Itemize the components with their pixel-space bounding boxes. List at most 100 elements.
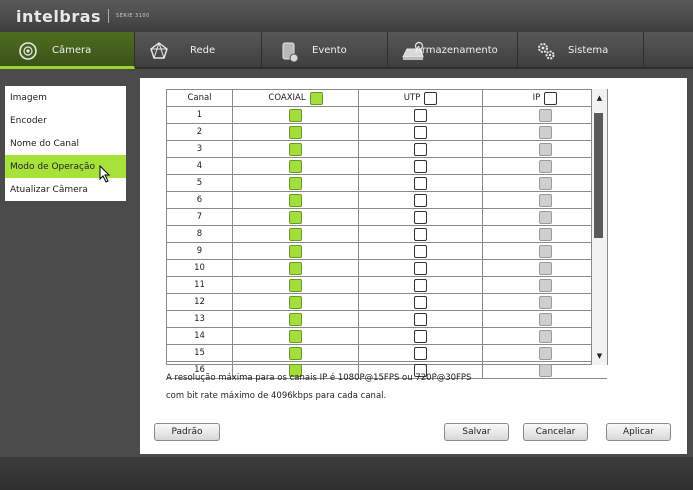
channel-number: 4 — [167, 158, 233, 174]
table-scrollbar[interactable]: ▲ ▼ — [591, 89, 607, 365]
event-icon — [280, 41, 300, 66]
table-row: 11 — [167, 277, 607, 294]
utp-checkbox[interactable] — [414, 244, 427, 258]
sidebar-item-image[interactable]: Imagem — [5, 86, 126, 109]
table-row: 4 — [167, 158, 607, 175]
column-header-utp: UTP — [359, 90, 483, 106]
ip-checkbox — [538, 108, 552, 122]
camera-icon — [18, 41, 38, 64]
coaxial-checkbox[interactable] — [289, 176, 302, 190]
coaxial-cell — [233, 141, 359, 157]
coaxial-cell — [233, 277, 359, 293]
coaxial-checkbox[interactable] — [289, 346, 302, 360]
utp-checkbox[interactable] — [414, 329, 427, 343]
utp-cell — [359, 311, 483, 327]
coaxial-checkbox[interactable] — [289, 244, 302, 258]
coaxial-cell — [233, 209, 359, 225]
coaxial-checkbox[interactable] — [289, 261, 302, 275]
utp-cell — [359, 345, 483, 361]
utp-cell — [359, 294, 483, 310]
coaxial-checkbox[interactable] — [289, 210, 302, 224]
nav-label-storage: Armazenamento — [415, 45, 498, 56]
utp-checkbox[interactable] — [414, 278, 427, 292]
scroll-thumb[interactable] — [594, 113, 603, 238]
utp-checkbox[interactable] — [414, 295, 427, 309]
ip-checkbox — [538, 329, 552, 343]
settings-panel: Canal COAXIAL UTP IP 1 2 3 4 5 6 7 8 9 10 11 12 13 14… — [140, 78, 687, 454]
channel-mode-table: Canal COAXIAL UTP IP 1 2 3 4 5 6 7 8 9 10 11 12 13 14… — [166, 89, 608, 379]
coaxial-checkbox[interactable] — [289, 329, 302, 343]
ip-checkbox — [538, 142, 552, 156]
nav-tab-camera[interactable]: Câmera — [0, 32, 135, 69]
utp-checkbox[interactable] — [414, 193, 427, 207]
utp-cell — [359, 175, 483, 191]
utp-checkbox[interactable] — [414, 312, 427, 326]
sidebar-item-channel-name[interactable]: Nome do Canal — [5, 132, 126, 155]
sidebar-item-encoder[interactable]: Encoder — [5, 109, 126, 132]
ip-cell — [483, 345, 607, 361]
utp-checkbox[interactable] — [414, 227, 427, 241]
utp-cell — [359, 226, 483, 242]
content-area: Imagem Encoder Nome do Canal Modo de Ope… — [0, 71, 693, 457]
utp-checkbox[interactable] — [414, 125, 427, 139]
channel-number: 15 — [167, 345, 233, 361]
table-row: 10 — [167, 260, 607, 277]
coaxial-checkbox[interactable] — [289, 125, 302, 139]
ip-checkbox — [538, 125, 552, 139]
channel-number: 10 — [167, 260, 233, 276]
coaxial-cell — [233, 158, 359, 174]
apply-button[interactable]: Aplicar — [606, 423, 671, 441]
ip-select-all-checkbox[interactable] — [544, 91, 558, 105]
nav-tab-system[interactable]: Sistema — [518, 32, 644, 69]
coaxial-checkbox[interactable] — [289, 312, 302, 326]
utp-checkbox[interactable] — [414, 261, 427, 275]
ip-checkbox — [538, 278, 552, 292]
coaxial-checkbox[interactable] — [289, 108, 302, 122]
utp-cell — [359, 107, 483, 123]
coaxial-checkbox[interactable] — [289, 295, 302, 309]
brand-separator — [108, 9, 110, 23]
utp-checkbox[interactable] — [414, 108, 427, 122]
utp-checkbox[interactable] — [414, 176, 427, 190]
channel-number: 7 — [167, 209, 233, 225]
coaxial-cell — [233, 175, 359, 191]
cancel-button[interactable]: Cancelar — [523, 423, 588, 441]
coaxial-checkbox[interactable] — [289, 159, 302, 173]
ip-checkbox — [538, 193, 552, 207]
coaxial-checkbox[interactable] — [289, 142, 302, 156]
ip-cell — [483, 192, 607, 208]
column-header-ip: IP — [483, 90, 607, 106]
main-nav: Câmera Rede Evento Armazenamento Sistema — [0, 32, 693, 69]
series-label: SÉRIE 3100 — [116, 13, 150, 19]
scroll-up-arrow-icon[interactable]: ▲ — [592, 91, 607, 105]
coaxial-cell — [233, 311, 359, 327]
utp-checkbox[interactable] — [414, 346, 427, 360]
table-row: 14 — [167, 328, 607, 345]
utp-checkbox[interactable] — [414, 142, 427, 156]
bottom-status-bar — [0, 457, 693, 490]
column-header-channel: Canal — [167, 90, 233, 106]
utp-checkbox[interactable] — [414, 159, 427, 173]
sidebar-item-label: Modo de Operação — [10, 161, 95, 172]
ip-cell — [483, 226, 607, 242]
coaxial-checkbox[interactable] — [289, 193, 302, 207]
coaxial-checkbox[interactable] — [289, 227, 302, 241]
coaxial-select-all-checkbox[interactable] — [309, 91, 323, 105]
channel-number: 6 — [167, 192, 233, 208]
nav-tab-event[interactable]: Evento — [262, 32, 388, 69]
utp-cell — [359, 277, 483, 293]
default-button[interactable]: Padrão — [154, 423, 220, 441]
sidebar-item-label: Encoder — [10, 115, 47, 126]
utp-cell — [359, 158, 483, 174]
save-button[interactable]: Salvar — [444, 423, 509, 441]
resolution-info-text: A resolução máxima para os canais IP é 1… — [166, 373, 472, 383]
nav-tab-storage[interactable]: Armazenamento — [388, 32, 518, 69]
ip-cell — [483, 311, 607, 327]
utp-select-all-checkbox[interactable] — [424, 91, 438, 105]
utp-checkbox[interactable] — [414, 210, 427, 224]
nav-tab-network[interactable]: Rede — [135, 32, 262, 69]
scroll-down-arrow-icon[interactable]: ▼ — [592, 349, 607, 363]
coaxial-cell — [233, 345, 359, 361]
coaxial-checkbox[interactable] — [289, 278, 302, 292]
channel-number: 9 — [167, 243, 233, 259]
